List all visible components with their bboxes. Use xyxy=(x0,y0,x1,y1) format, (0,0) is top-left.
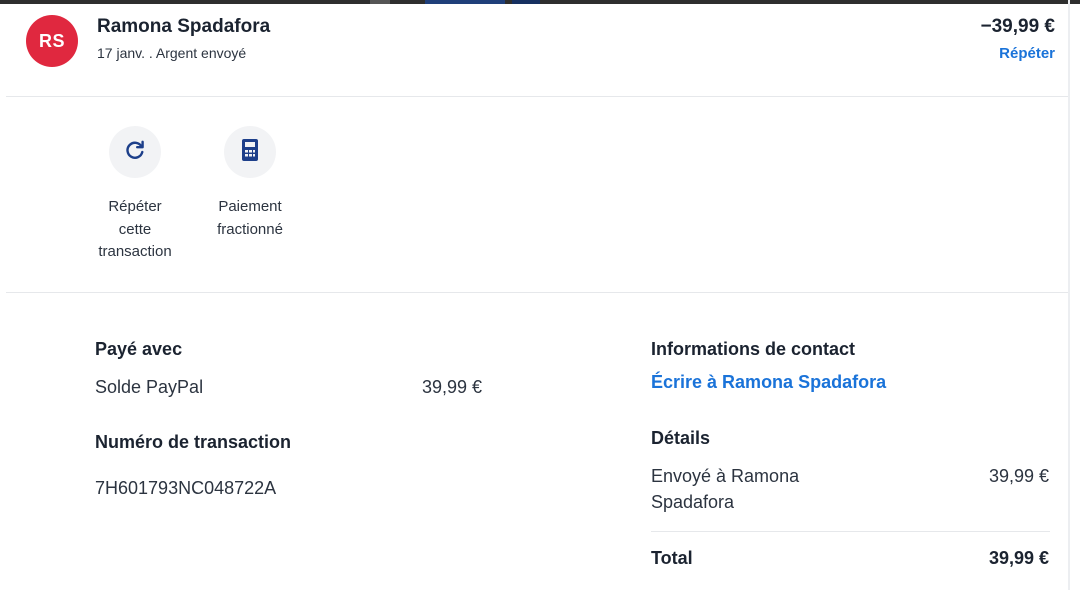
repeat-transaction-button[interactable]: Répéter cette transaction xyxy=(75,126,195,264)
sent-amount: 39,99 € xyxy=(988,466,1049,486)
label-line: cette xyxy=(118,220,152,238)
repeat-transaction-label: Répéter cette transaction xyxy=(75,196,195,264)
total-amount: 39,99 € xyxy=(988,548,1049,568)
repeat-link[interactable]: Répéter xyxy=(999,45,1055,62)
total-label: Total xyxy=(651,548,693,568)
divider xyxy=(6,292,1068,293)
split-payment-label: Paiement fractionné xyxy=(190,196,310,241)
label-line: Paiement xyxy=(218,198,282,215)
total-divider xyxy=(651,531,1050,532)
label-line: fractionné xyxy=(217,220,283,238)
details-title: Détails xyxy=(651,428,711,448)
sent-to-line-1: Envoyé à Ramona xyxy=(651,466,800,486)
sent-to-line-2: Spadafora xyxy=(651,492,735,512)
transaction-header: RS Ramona Spadafora 17 janv. . Argent en… xyxy=(0,4,1068,96)
calculator-icon xyxy=(240,138,260,167)
contact-link[interactable]: Écrire à Ramona Spadafora xyxy=(651,372,886,393)
payment-method: Solde PayPal xyxy=(95,377,204,397)
divider xyxy=(6,96,1068,97)
transaction-number-title: Numéro de transaction xyxy=(95,432,292,452)
calculator-icon-circle[interactable] xyxy=(224,126,276,178)
avatar: RS xyxy=(26,15,78,67)
recipient-name: Ramona Spadafora xyxy=(97,16,271,37)
label-line: Répéter xyxy=(108,198,162,215)
label-line: transaction xyxy=(98,243,172,260)
panel-right-edge xyxy=(1068,0,1070,590)
transaction-date-type: 17 janv. . Argent envoyé xyxy=(97,45,247,61)
refresh-icon xyxy=(123,138,147,167)
contact-info-title: Informations de contact xyxy=(651,339,856,359)
repeat-icon-circle[interactable] xyxy=(109,126,161,178)
transaction-amount: −39,99 € xyxy=(980,16,1056,37)
payment-amount: 39,99 € xyxy=(422,377,483,397)
paid-with-title: Payé avec xyxy=(95,339,183,359)
split-payment-button[interactable]: Paiement fractionné xyxy=(190,126,310,241)
transaction-id: 7H601793NC048722A xyxy=(95,478,277,498)
